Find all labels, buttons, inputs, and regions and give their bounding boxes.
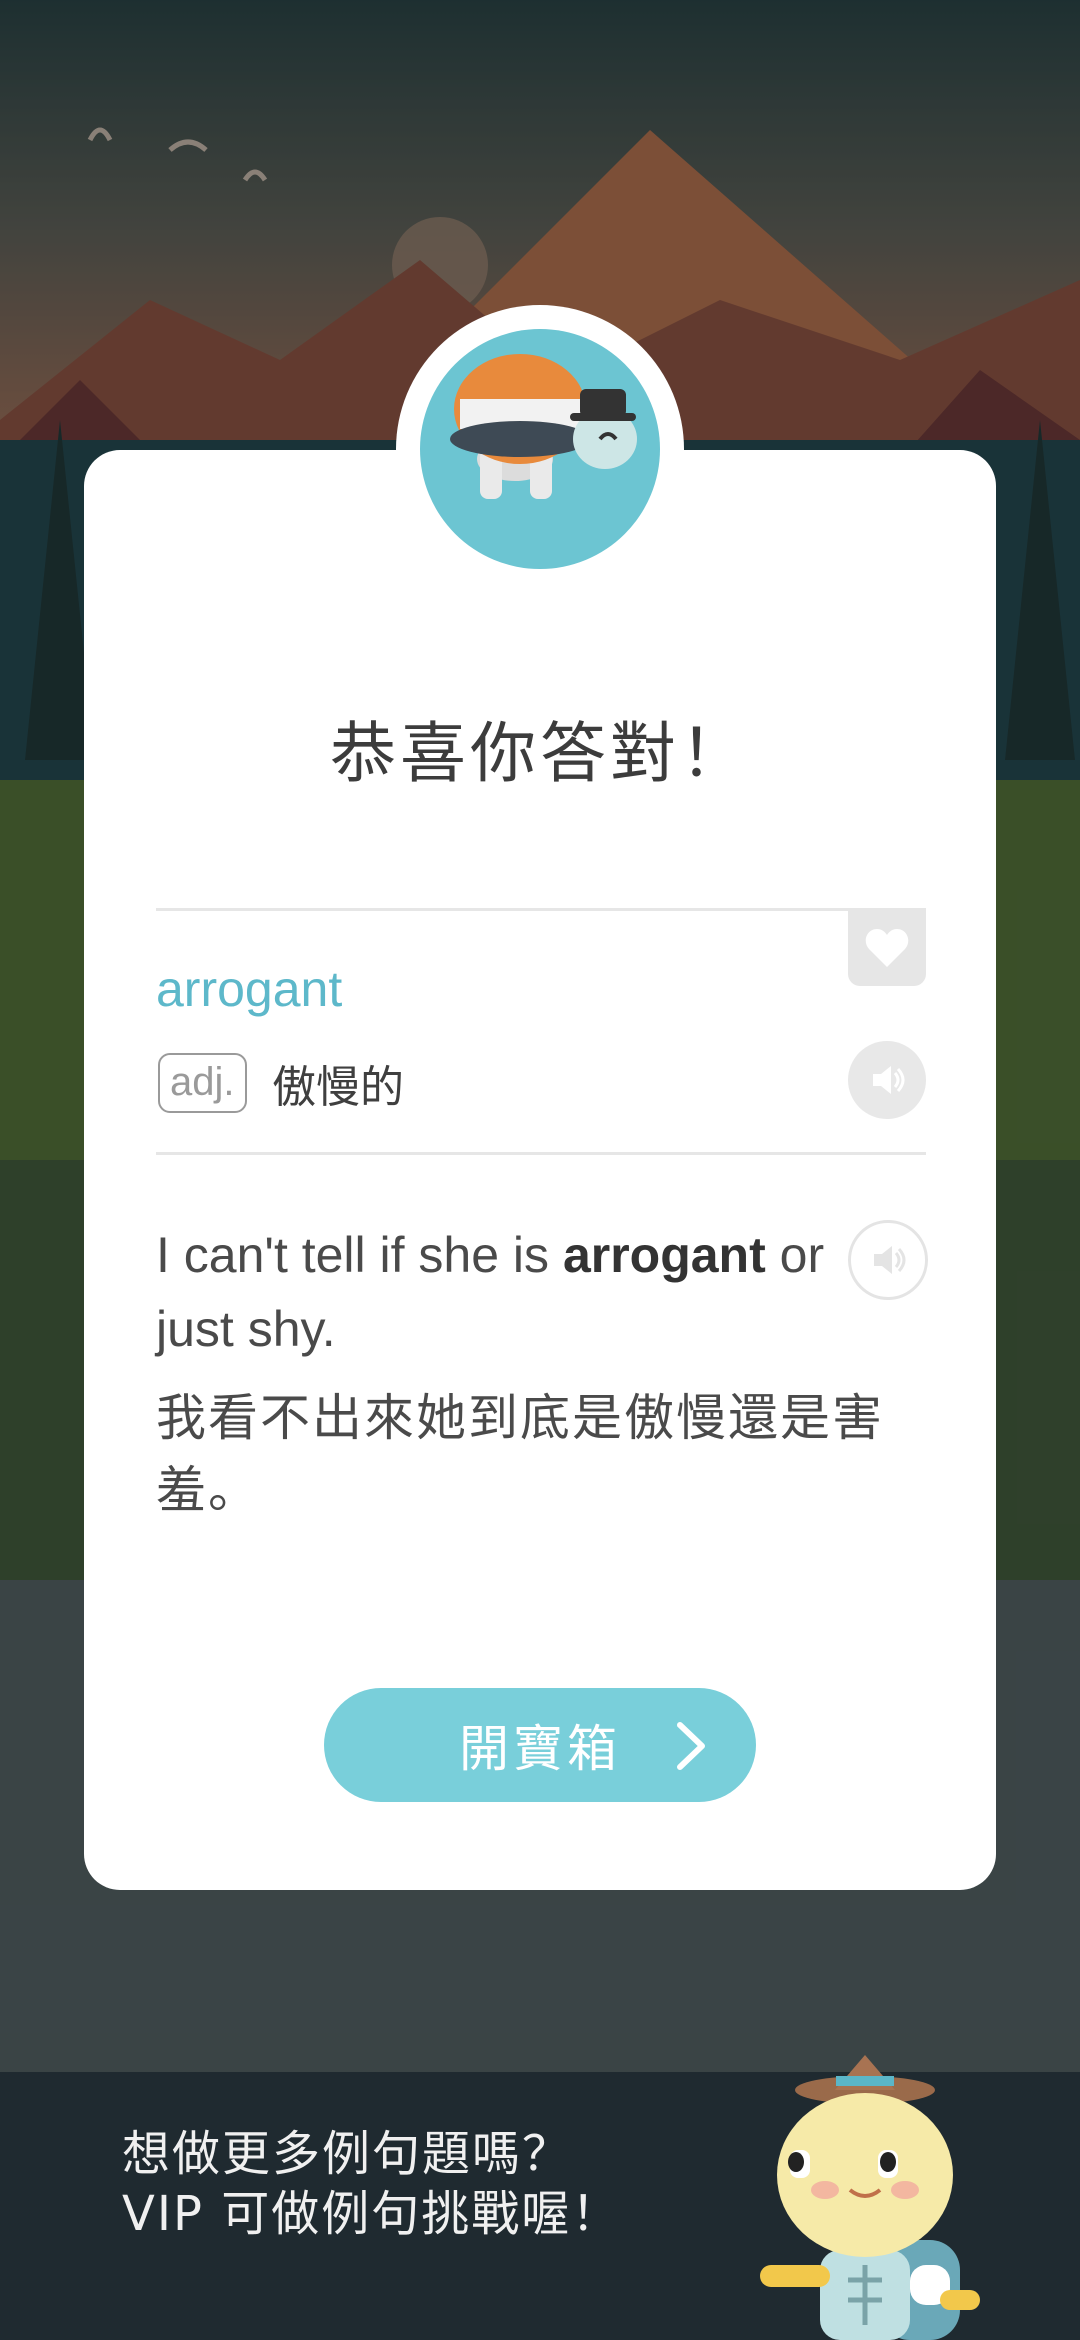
turtle-icon	[450, 354, 637, 499]
vocab-word: arrogant	[156, 961, 343, 1017]
open-treasure-label: 開寶箱	[459, 1720, 621, 1778]
word-audio-button[interactable]	[848, 1041, 926, 1119]
explorer-mascot-illustration	[760, 2055, 980, 2340]
result-dialog	[84, 450, 996, 1890]
vip-promo-line2: VIP 可做例句挑戰喔！	[122, 2186, 622, 2242]
speaker-outline-icon	[874, 1246, 906, 1274]
sentence-before: I can't tell if she is	[156, 1227, 563, 1283]
speaker-icon	[873, 1066, 905, 1094]
vip-promo-text: 想做更多例句題嗎？ VIP 可做例句挑戰喔！	[122, 2124, 621, 2244]
turtle-mascot-avatar	[420, 329, 660, 569]
dialog-title: 恭喜你答對！	[330, 715, 750, 792]
part-of-speech-badge: adj.	[158, 1053, 247, 1113]
chevron-right-icon	[677, 1722, 705, 1770]
sentence-audio-button[interactable]	[848, 1220, 928, 1300]
example-sentence: I can't tell if she is arrogant or just …	[156, 1218, 826, 1366]
word-meaning: 傲慢的	[272, 1062, 404, 1113]
vip-promo-line1: 想做更多例句題嗎？	[122, 2126, 573, 2182]
divider-middle	[156, 1152, 926, 1155]
open-treasure-button[interactable]: 開寶箱	[324, 1688, 756, 1802]
sentence-highlight-word: arrogant	[562, 1227, 766, 1283]
favorite-button[interactable]	[848, 910, 926, 986]
heart-icon	[865, 929, 909, 967]
sentence-translation: 我看不出來她到底是傲慢還是害羞。	[156, 1389, 884, 1519]
divider-top	[156, 908, 926, 911]
